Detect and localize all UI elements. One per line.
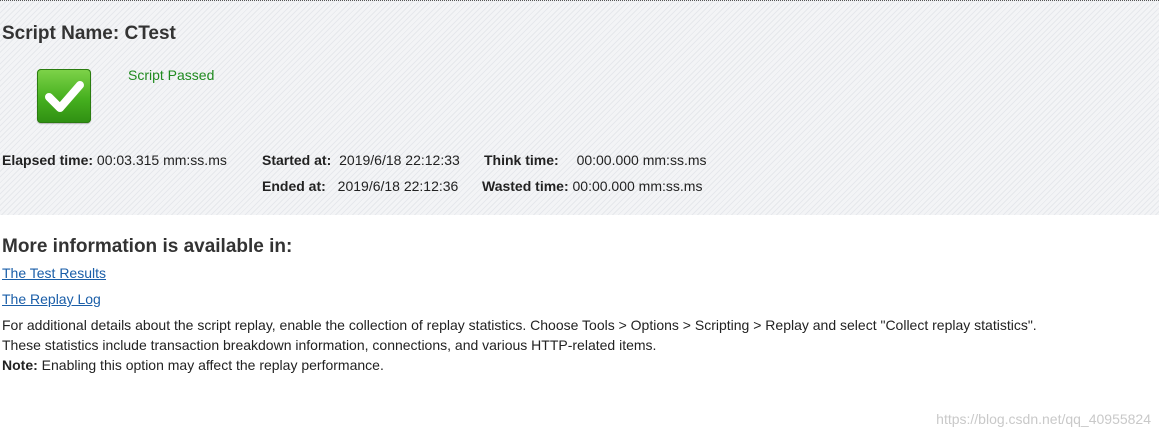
elapsed-time: Elapsed time: 00:03.315 mm:ss.ms	[2, 152, 227, 168]
watermark: https://blog.csdn.net/qq_40955824	[936, 411, 1151, 427]
replay-stats-instructions: For additional details about the script …	[2, 317, 1037, 333]
more-info-heading: More information is available in:	[2, 236, 293, 257]
started-at-label: Started at:	[262, 152, 332, 168]
elapsed-time-value: 00:03.315 mm:ss.ms	[96, 152, 227, 168]
script-name-title: Script Name: CTest	[2, 23, 176, 44]
started-at: Started at: 2019/6/18 22:12:33	[262, 152, 460, 168]
ended-at: Ended at: 2019/6/18 22:12:36	[262, 178, 458, 194]
checkmark-icon	[37, 69, 91, 123]
replay-log-link[interactable]: The Replay Log	[2, 291, 101, 307]
note-text: Enabling this option may affect the repl…	[37, 357, 384, 373]
replay-stats-description: These statistics include transaction bre…	[2, 337, 657, 353]
performance-note: Note: Enabling this option may affect th…	[2, 357, 384, 373]
replay-summary-panel: Script Name: CTest Script Passed Elapsed…	[0, 0, 1159, 215]
think-time: Think time: 00:00.000 mm:ss.ms	[484, 152, 707, 168]
think-time-label: Think time:	[484, 152, 559, 168]
ended-at-value: 2019/6/18 22:12:36	[337, 178, 459, 194]
started-at-value: 2019/6/18 22:12:33	[339, 152, 460, 168]
script-status-text: Script Passed	[128, 67, 215, 83]
wasted-time: Wasted time: 00:00.000 mm:ss.ms	[482, 178, 702, 194]
wasted-time-label: Wasted time:	[482, 178, 569, 194]
test-results-link[interactable]: The Test Results	[2, 265, 106, 281]
think-time-value: 00:00.000 mm:ss.ms	[576, 152, 707, 168]
elapsed-time-label: Elapsed time:	[2, 152, 94, 168]
wasted-time-value: 00:00.000 mm:ss.ms	[572, 178, 703, 194]
ended-at-label: Ended at:	[262, 178, 326, 194]
note-label: Note:	[2, 357, 38, 373]
